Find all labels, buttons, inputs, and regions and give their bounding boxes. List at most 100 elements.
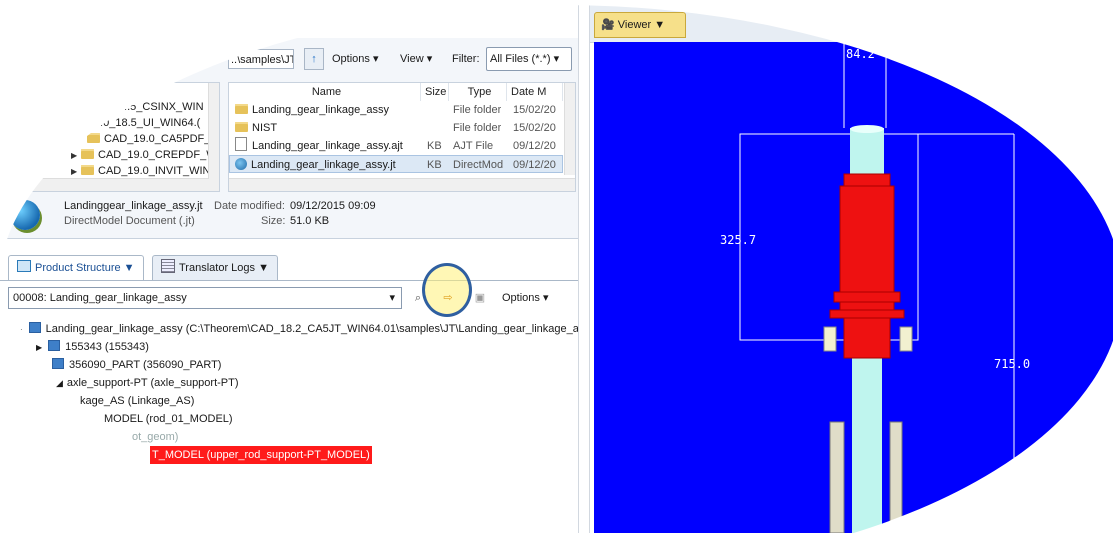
folder-icon — [235, 122, 248, 132]
collapse-arrow-icon[interactable]: · — [20, 325, 23, 334]
part-icon — [48, 340, 61, 351]
red-flange — [833, 291, 901, 303]
bracket-right — [899, 326, 913, 352]
tree-node[interactable]: ot_geom) — [132, 428, 178, 446]
filter-value: All Files (*.*) — [490, 53, 551, 65]
bracket-left — [823, 326, 837, 352]
folder-tree-item[interactable]: ▶ CAD_19.0_CREPDF_W — [71, 147, 217, 163]
export-icon[interactable]: ⇨ — [438, 288, 458, 308]
strut-cap — [850, 125, 884, 133]
left-panel: ..\samples\JT ↑ Options ▾ View ▾ Filter:… — [0, 0, 584, 533]
size-label: Size: — [261, 215, 286, 227]
folder-tree-item[interactable]: ▶ CAD_19.0_INVIT_WIN — [71, 163, 210, 179]
vertical-scrollbar[interactable] — [208, 83, 219, 179]
modified-value: 09/12/2015 09:09 — [290, 200, 376, 212]
folder-tree: ...K_WII ...5_CSINX_WIN ..0_18.5_UI_WIN6… — [0, 82, 220, 192]
red-ring — [839, 301, 895, 311]
expand-arrow-icon[interactable]: ▶ — [36, 343, 42, 352]
tab-translator-logs[interactable]: Translator Logs ▼ — [152, 255, 278, 280]
file-row[interactable]: NIST File folder 15/02/20 — [229, 119, 563, 137]
size-value: 51.0 KB — [290, 215, 330, 227]
tree-node[interactable]: 356090_PART (356090_PART) — [52, 356, 221, 374]
file-browser: ..\samples\JT ↑ Options ▾ View ▾ Filter:… — [0, 38, 578, 239]
vertical-scrollbar[interactable] — [564, 83, 575, 175]
tree-node[interactable]: · Landing_gear_linkage_assy (C:\Theorem\C… — [20, 320, 584, 338]
product-structure-icon — [17, 260, 31, 272]
red-base — [829, 309, 905, 319]
path-field[interactable]: ..\samples\JT — [228, 49, 294, 69]
dimension-label: 325.7 — [720, 233, 756, 247]
tree-node[interactable]: kage_AS (Linkage_AS) — [80, 392, 194, 410]
strut-lower — [852, 332, 882, 533]
column-header-size[interactable]: Size — [421, 83, 449, 101]
file-row-selected[interactable]: Landing_gear_linkage_assy.jt KB DirectMo… — [229, 155, 563, 173]
model-dropdown[interactable]: 00008: Landing_gear_linkage_assy ▾ — [8, 287, 402, 309]
viewer-panel: 🎥 Viewer ▼ 84.2 325.7 715.0 — [590, 0, 1113, 533]
product-structure-tree: · Landing_gear_linkage_assy (C:\Theorem\C… — [0, 320, 584, 533]
file-list: Name Size Type Date M Landing_gear_linka… — [228, 82, 576, 192]
jt-file-icon — [235, 158, 247, 170]
chevron-down-icon: ▾ — [542, 292, 549, 304]
tree-node[interactable]: MODEL (rod_01_MODEL) — [104, 410, 233, 428]
file-details: Landinggear_linkage_assy.jt DirectModel … — [0, 196, 578, 236]
red-collar — [843, 173, 891, 187]
folder-tree-item[interactable]: ..0_18.5_UI_WIN64.( — [97, 115, 200, 131]
dimension-label: 84.2 — [846, 47, 875, 61]
column-header-date[interactable]: Date M — [507, 83, 563, 101]
filter-label: Filter: — [452, 53, 480, 65]
file-row[interactable]: Landing_gear_linkage_assy.ajt KB AJT Fil… — [229, 137, 563, 155]
options-menu-button[interactable]: Options ▾ — [502, 287, 549, 309]
red-lower — [843, 317, 891, 359]
arrow-up-icon: ↑ — [311, 53, 317, 65]
viewer-header: 🎥 Viewer ▼ — [590, 0, 1113, 43]
up-folder-button[interactable]: ↑ — [304, 48, 324, 70]
column-header-type[interactable]: Type — [449, 83, 507, 101]
tree-node[interactable]: ◢ axle_support-PT (axle_support-PT) — [56, 374, 239, 392]
strut-top — [850, 128, 884, 178]
linkage-right — [889, 421, 903, 533]
folder-tree-item[interactable]: CAD_19.0_CA5PDF_W — [87, 131, 219, 147]
options-label: Options — [332, 53, 370, 65]
folder-tree-item[interactable]: ...K_WII — [91, 83, 130, 99]
folder-tree-item[interactable]: ...5_CSINX_WIN — [121, 99, 204, 115]
folder-icon — [81, 165, 94, 175]
product-structure-toolbar: 00008: Landing_gear_linkage_assy ▾ ⌕ ⇨ ▣… — [8, 287, 568, 313]
chevron-down-icon[interactable]: ▼ — [258, 262, 269, 274]
search-icon[interactable]: ⌕ — [408, 288, 428, 308]
file-row[interactable]: Landing_gear_linkage_assy File folder 15… — [229, 101, 563, 119]
collapse-arrow-icon[interactable]: ◢ — [56, 378, 63, 388]
part-icon — [52, 358, 64, 369]
tab-product-structure[interactable]: Product Structure ▼ — [8, 255, 144, 280]
options-menu-button[interactable]: Options ▾ — [332, 49, 379, 69]
column-header-name[interactable]: Name — [229, 83, 421, 101]
expand-arrow-icon[interactable]: ▶ — [71, 148, 81, 164]
chevron-down-icon: ▾ — [372, 53, 379, 65]
3d-viewport[interactable]: 84.2 325.7 715.0 — [594, 42, 1113, 533]
tab-viewer[interactable]: 🎥 Viewer ▼ — [594, 12, 686, 38]
horizontal-scrollbar[interactable] — [1, 178, 219, 191]
folder-icon — [81, 149, 94, 159]
panel-splitter[interactable] — [578, 0, 590, 533]
status-filename: Landinggear_linkage_assy.jt — [64, 200, 203, 212]
chevron-down-icon[interactable]: ▼ — [124, 262, 135, 274]
red-cylinder — [839, 185, 895, 293]
log-icon — [161, 259, 175, 273]
landing-gear-model — [823, 125, 913, 533]
horizontal-scrollbar[interactable] — [229, 178, 575, 191]
directmodel-file-icon — [10, 200, 40, 230]
model-render: 84.2 325.7 715.0 — [720, 42, 1030, 533]
view-label: View — [400, 53, 424, 65]
folder-icon — [87, 133, 100, 143]
folder-icon — [235, 104, 248, 114]
tree-node-selected[interactable]: T_MODEL (upper_rod_support-PT_MODEL) — [150, 446, 372, 464]
filter-dropdown[interactable]: All Files (*.*) ▾ — [486, 47, 572, 71]
dimension-label: 715.0 — [994, 357, 1030, 371]
tree-node[interactable]: ▶ 155343 (155343) — [36, 338, 149, 356]
view-menu-button[interactable]: View ▾ — [400, 49, 432, 69]
linkage-left — [829, 421, 845, 533]
status-doc-type: DirectModel Document (.jt) — [64, 215, 195, 227]
save-icon[interactable]: ▣ — [470, 288, 490, 308]
chevron-down-icon[interactable]: ▼ — [654, 19, 665, 31]
chevron-down-icon: ▾ — [389, 292, 395, 304]
file-browser-toolbar: ..\samples\JT ↑ Options ▾ View ▾ Filter:… — [228, 46, 574, 74]
